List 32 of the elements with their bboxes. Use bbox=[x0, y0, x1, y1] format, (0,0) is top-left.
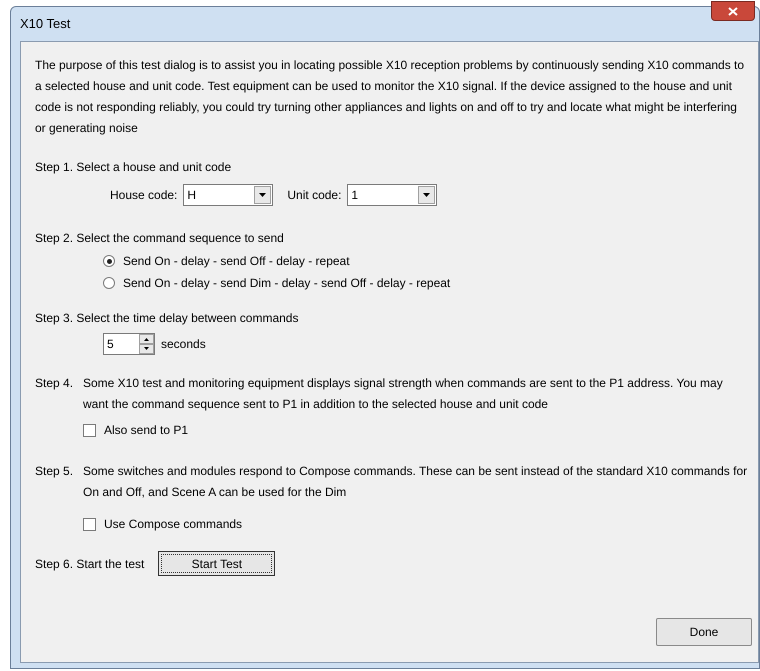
close-button[interactable] bbox=[711, 1, 755, 21]
start-test-button[interactable]: Start Test bbox=[158, 551, 276, 576]
close-icon bbox=[728, 6, 738, 16]
spin-down-icon[interactable] bbox=[139, 344, 154, 354]
field-label: Unit code: bbox=[287, 187, 342, 204]
step-label: Step 3. Select the time delay between commands bbox=[35, 310, 300, 327]
step-label: Step 4. bbox=[35, 375, 74, 392]
step-label: Step 2. Select the command sequence to send bbox=[35, 230, 285, 247]
spin-up-icon[interactable] bbox=[139, 334, 154, 344]
intro-text: The purpose of this test dialog is to assist you in locating possible X10 reception problems by continuously sending X10 commands to a selected house and unit code. Test equipment can be used to monitor the X10 signal. If the device assigned to the house and unit code is not responding reliably, you could try turning other appliances and lights on and off to try and locate what might be interfering or generating noise bbox=[35, 57, 746, 137]
dropdown[interactable]: H bbox=[183, 184, 274, 206]
step-text: Some X10 test and monitoring equipment displays signal strength when commands are sent to the P1 address. You may want the command sequence sent to P1 in addition to the selected house and unit code bbox=[83, 375, 724, 413]
dropdown-arrow-icon bbox=[423, 193, 430, 197]
step-text: Some switches and modules respond to Compose commands. These can be sent instead of the standard X10 commands for On and Off, and Scene A can be used for the Dim bbox=[83, 463, 748, 501]
checkbox[interactable] bbox=[83, 518, 96, 530]
done-button[interactable]: Done bbox=[656, 618, 752, 646]
checkbox-label: Also send to P1 bbox=[104, 422, 188, 439]
window-title: X10 Test bbox=[20, 15, 70, 34]
option-label: Send On - delay - send Off - delay - repeat bbox=[123, 253, 350, 270]
option-label: Send On - delay - send Dim - delay - send Off - delay - repeat bbox=[123, 275, 450, 292]
unit-label: seconds bbox=[161, 336, 206, 353]
checkbox-label: Use Compose commands bbox=[104, 516, 242, 533]
dropdown-arrow-icon bbox=[259, 193, 266, 197]
radio-button[interactable] bbox=[103, 277, 115, 289]
step-label: Step 5. bbox=[35, 463, 74, 480]
radio-button[interactable] bbox=[103, 255, 115, 267]
field-label: House code: bbox=[110, 187, 178, 204]
dropdown[interactable]: 1 bbox=[347, 184, 438, 206]
checkbox[interactable] bbox=[83, 424, 96, 436]
number-spinner[interactable]: 5 bbox=[103, 333, 155, 355]
step-label: Step 6. Start the test bbox=[35, 556, 144, 572]
step-label: Step 1. Select a house and unit code bbox=[35, 159, 232, 176]
